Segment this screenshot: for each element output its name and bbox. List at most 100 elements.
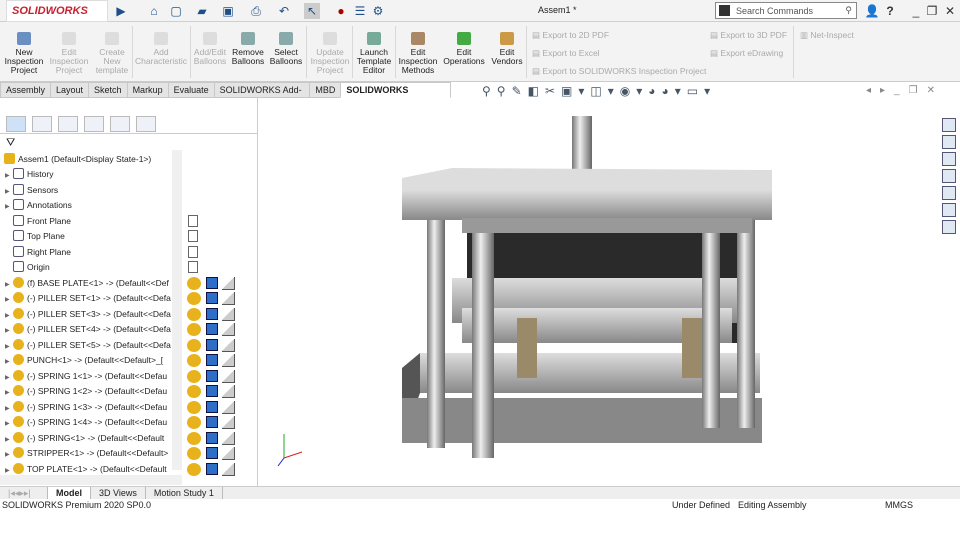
net-inspect-button[interactable]: ▥ Net-Inspect	[800, 30, 854, 41]
restore-icon[interactable]: ❐	[924, 3, 940, 19]
add-characteristic-button[interactable]: Add Characteristic	[135, 32, 187, 66]
expand-arrow-icon[interactable]: ▶	[5, 324, 13, 337]
tree-item[interactable]: ▶ (-) SPRING 1<2> -> (Default<<Defau	[0, 384, 172, 399]
undo-icon[interactable]: ↶	[276, 3, 292, 19]
expand-arrow-icon[interactable]: ▶	[5, 340, 13, 353]
dimxpert-tab[interactable]	[84, 115, 104, 132]
help-icon[interactable]: ?	[882, 3, 898, 19]
tab-model[interactable]: Model	[48, 487, 91, 499]
tab-sketch[interactable]: Sketch	[88, 82, 128, 98]
export-edrawing-button[interactable]: ▤ Export eDrawing	[710, 48, 783, 59]
tab-addins[interactable]: SOLIDWORKS Add-Ins	[213, 82, 311, 109]
tree-horizontal-scrollbar[interactable]	[0, 475, 182, 485]
tab-evaluate[interactable]: Evaluate	[167, 82, 215, 98]
tree-item[interactable]: ▶ Annotations	[0, 198, 172, 213]
solidworks-resources-icon[interactable]	[942, 118, 956, 132]
tree-item[interactable]: ▶ (-) PILLER SET<3> -> (Default<<Defa	[0, 307, 172, 322]
tab-mbd[interactable]: MBD	[309, 82, 342, 98]
tab-assembly[interactable]: Assembly	[0, 82, 52, 98]
edit-inspection-methods-button[interactable]: Edit Inspection Methods	[396, 32, 440, 75]
expand-arrow-icon[interactable]: ▶	[5, 402, 13, 415]
tree-item[interactable]: ▶ (-) PILLER SET<1> -> (Default<<Defa	[0, 291, 172, 306]
expand-arrow-icon[interactable]: ▶	[5, 169, 13, 182]
tree-item[interactable]: ▶ (-) SPRING 1<4> -> (Default<<Defau	[0, 415, 172, 430]
open-file-icon[interactable]: ▰	[194, 3, 210, 19]
tree-vertical-scrollbar[interactable]	[172, 150, 182, 470]
expand-arrow-icon[interactable]: ▶	[5, 355, 13, 368]
expand-menu-icon[interactable]: ▶	[113, 3, 129, 19]
select-balloons-button[interactable]: Select Balloons	[264, 32, 308, 66]
tree-item[interactable]: ▶ (f) BASE PLATE<1> -> (Default<<Def	[0, 276, 172, 291]
expand-arrow-icon[interactable]: ▶	[5, 371, 13, 384]
export-3d-pdf-button[interactable]: ▤ Export to 3D PDF	[710, 30, 787, 41]
expand-arrow-icon[interactable]: ▶	[5, 448, 13, 461]
tree-item[interactable]: ▶ Sensors	[0, 183, 172, 198]
design-library-icon[interactable]	[942, 135, 956, 149]
inspection-tab[interactable]	[136, 115, 156, 132]
select-icon[interactable]: ↖	[304, 3, 320, 19]
view-palette-icon[interactable]	[942, 169, 956, 183]
display-manager-tab[interactable]	[110, 115, 130, 132]
tree-item[interactable]: ▶ (-) PILLER SET<5> -> (Default<<Defa	[0, 338, 172, 353]
home-icon[interactable]: ⌂	[146, 3, 162, 19]
solidworks-logo[interactable]: SOLIDWORKS	[6, 0, 108, 22]
edit-inspection-project-button[interactable]: Edit Inspection Project	[47, 32, 91, 75]
expand-arrow-icon[interactable]: ▶	[5, 417, 13, 430]
unit-system[interactable]: MMGS	[885, 500, 913, 510]
options-gear-icon[interactable]: ⚙	[370, 3, 386, 19]
viewport-window-controls[interactable]: ◂▸_❐✕	[866, 85, 944, 96]
tree-item[interactable]: ▶ (-) SPRING<1> -> (Default<<Default	[0, 431, 172, 446]
minimize-icon[interactable]: _	[908, 3, 924, 19]
expand-arrow-icon[interactable]: ▶	[5, 433, 13, 446]
new-file-icon[interactable]: ▢	[168, 3, 184, 19]
launch-template-editor-button[interactable]: Launch Template Editor	[352, 32, 396, 75]
tree-root[interactable]: Assem1 (Default<Display State-1>)	[0, 152, 172, 167]
expand-arrow-icon[interactable]: ▶	[5, 309, 13, 322]
tree-item[interactable]: ▶ PUNCH<1> -> (Default<<Default>_[	[0, 353, 172, 368]
save-icon[interactable]: ▣	[220, 3, 236, 19]
file-explorer-icon[interactable]	[942, 152, 956, 166]
tree-item[interactable]: ▶ (-) PILLER SET<4> -> (Default<<Defa	[0, 322, 172, 337]
custom-properties-icon[interactable]	[942, 203, 956, 217]
tab-solidworks-inspection[interactable]: SOLIDWORKS Inspection	[340, 82, 451, 109]
expand-arrow-icon[interactable]: ▶	[5, 185, 13, 198]
expand-arrow-icon[interactable]: ▶	[5, 278, 13, 291]
tree-item[interactable]: ▶ STRIPPER<1> -> (Default<<Default>	[0, 446, 172, 461]
search-commands-input[interactable]: Search Commands ⚲	[715, 2, 857, 19]
expand-arrow-icon[interactable]: ▶	[5, 293, 13, 306]
die-set-model[interactable]	[262, 98, 960, 486]
tree-item[interactable]: Origin	[0, 260, 172, 275]
forum-icon[interactable]	[942, 220, 956, 234]
tab-motion-study[interactable]: Motion Study 1	[146, 487, 223, 499]
tree-item[interactable]: Top Plane	[0, 229, 172, 244]
graphics-viewport[interactable]	[262, 98, 960, 486]
edit-vendors-button[interactable]: Edit Vendors	[485, 32, 529, 66]
print-icon[interactable]: ⎙	[248, 3, 264, 19]
tree-item[interactable]: ▶ (-) SPRING 1<1> -> (Default<<Defau	[0, 369, 172, 384]
feature-manager-tab[interactable]	[6, 115, 26, 132]
expand-arrow-icon[interactable]: ▶	[5, 200, 13, 213]
tab-scroll-arrows[interactable]: |◂◂▸▸|	[0, 487, 48, 499]
search-icon[interactable]: ⚲	[845, 5, 852, 16]
property-manager-tab[interactable]	[32, 115, 52, 132]
appearances-icon[interactable]	[942, 186, 956, 200]
edit-operations-button[interactable]: Edit Operations	[442, 32, 486, 66]
tab-layout[interactable]: Layout	[50, 82, 90, 98]
file-properties-icon[interactable]: ☰	[352, 3, 368, 19]
user-icon[interactable]: 👤	[864, 3, 880, 19]
new-inspection-project-button[interactable]: New Inspection Project	[2, 32, 46, 75]
update-inspection-project-button[interactable]: Update Inspection Project	[308, 32, 352, 75]
configuration-manager-tab[interactable]	[58, 115, 78, 132]
export-excel-button[interactable]: ▤ Export to Excel	[532, 48, 600, 59]
tree-item[interactable]: Front Plane	[0, 214, 172, 229]
rebuild-icon[interactable]: ●	[333, 3, 349, 19]
tree-item[interactable]: Right Plane	[0, 245, 172, 260]
expand-arrow-icon[interactable]: ▶	[5, 386, 13, 399]
create-new-template-button[interactable]: Create New template	[90, 32, 134, 75]
tree-item[interactable]: ▶ History	[0, 167, 172, 182]
close-icon[interactable]: ✕	[942, 3, 958, 19]
heads-up-view-toolbar[interactable]: ⚲⚲✎◧✂▣▾◫▾◉▾◕◕▾▭▾	[482, 84, 716, 98]
tab-3d-views[interactable]: 3D Views	[91, 487, 146, 499]
filter-icon[interactable]: ⛛	[6, 137, 15, 150]
export-2d-pdf-button[interactable]: ▤ Export to 2D PDF	[532, 30, 609, 41]
